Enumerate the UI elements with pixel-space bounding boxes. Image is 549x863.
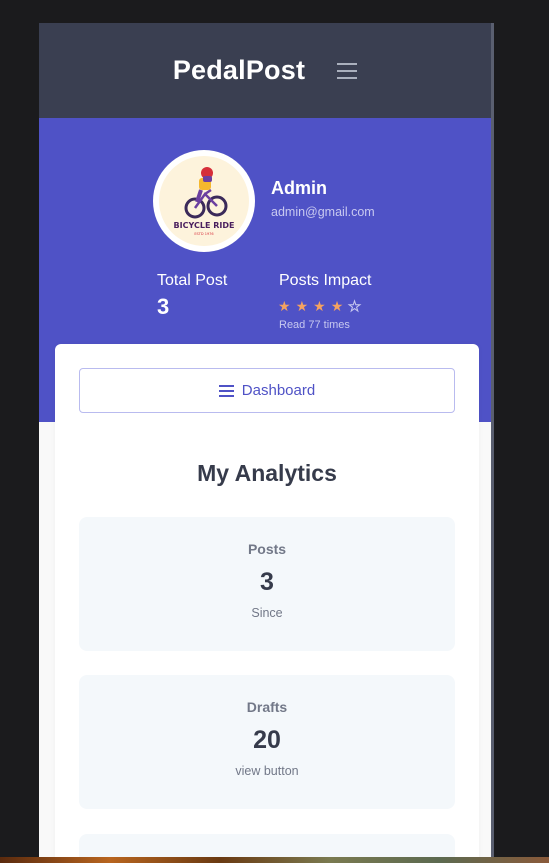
user-email: admin@gmail.com [271, 205, 375, 219]
hamburger-icon [218, 384, 234, 397]
star-rating: ★ ★ ★ ★ ★ [278, 298, 361, 315]
top-header: PedalPost [39, 23, 491, 118]
star-empty-icon: ★ [348, 298, 362, 315]
logo-text: BICYCLE RIDE [174, 221, 235, 230]
total-post-value: 3 [157, 294, 170, 319]
stat-label: Drafts [246, 699, 288, 715]
user-name: Admin [271, 178, 327, 198]
stat-value: 3 [260, 568, 274, 596]
dashboard-label: Dashboard [241, 382, 316, 399]
analytics-card: Dashboard My Analytics Posts 3 Since Dra… [55, 344, 479, 863]
app-window: PedalPost BICYCLE RIDE ESTD 1976 Admin a… [39, 23, 494, 863]
logo-subtext: ESTD 1976 [194, 232, 213, 236]
total-post-label: Total Post [157, 272, 228, 289]
stat-value: 20 [253, 726, 281, 754]
star-filled-icon: ★ [295, 298, 309, 314]
stat-card-posts: Posts 3 Since [79, 517, 455, 651]
analytics-title: My Analytics [197, 460, 337, 486]
stat-label: Posts [247, 541, 287, 557]
star-filled-icon: ★ [313, 298, 326, 314]
star-filled-icon: ★ [330, 298, 344, 314]
stat-card-drafts: Drafts 20 view button [79, 675, 455, 809]
desktop-background-strip [0, 857, 549, 863]
hamburger-icon[interactable] [337, 62, 358, 79]
posts-impact-label: Posts Impact [279, 272, 372, 289]
dashboard-button[interactable]: Dashboard [79, 368, 455, 413]
bicycle-ride-logo: BICYCLE RIDE ESTD 1976 [159, 156, 249, 246]
avatar: BICYCLE RIDE ESTD 1976 [153, 150, 255, 252]
scrollbar[interactable] [491, 23, 494, 863]
stat-sub: view button [235, 764, 299, 778]
star-filled-icon: ★ [278, 298, 291, 314]
brand-logo[interactable]: PedalPost [173, 55, 305, 86]
stat-sub: Since [251, 606, 283, 620]
read-count: Read 77 times [279, 319, 350, 331]
